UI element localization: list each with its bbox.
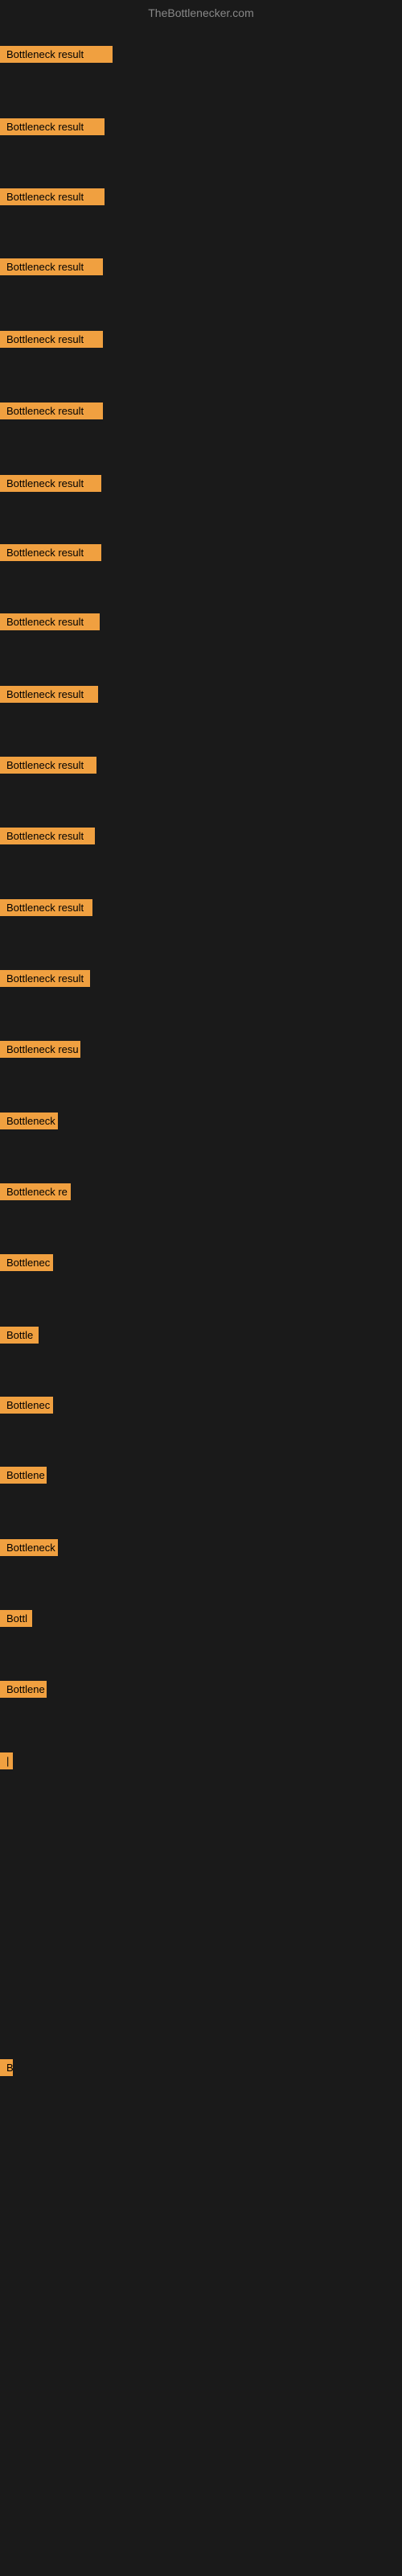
bottleneck-row: Bottleneck result — [0, 402, 103, 423]
bottleneck-result-label: Bottlenec — [0, 1397, 53, 1414]
bottleneck-row: Bottleneck result — [0, 118, 105, 139]
bottleneck-row: Bottleneck result — [0, 544, 101, 565]
bottleneck-result-label: Bottleneck — [0, 1539, 58, 1556]
bottleneck-result-label: Bottleneck result — [0, 613, 100, 630]
bottleneck-result-label: Bottleneck resu — [0, 1041, 80, 1058]
bottleneck-row: Bottleneck — [0, 1113, 58, 1133]
bottleneck-result-label: Bottleneck result — [0, 188, 105, 205]
bottleneck-row: Bottlenec — [0, 1254, 53, 1275]
bottleneck-row: Bottleneck result — [0, 970, 90, 991]
bottleneck-row: | — [0, 1752, 13, 1773]
bottleneck-result-label: Bottl — [0, 1610, 32, 1627]
bottleneck-result-label: Bottleneck result — [0, 402, 103, 419]
bottleneck-row: B — [0, 2059, 13, 2080]
bottleneck-row: Bottleneck result — [0, 686, 98, 707]
bottleneck-row: Bottleneck resu — [0, 1041, 80, 1062]
bottleneck-result-label: Bottleneck result — [0, 118, 105, 135]
bottleneck-row: Bottleneck result — [0, 828, 95, 848]
bottleneck-row: Bottleneck result — [0, 475, 101, 496]
bottleneck-result-label: Bottlenec — [0, 1254, 53, 1271]
bottleneck-row: Bottleneck re — [0, 1183, 71, 1204]
bottleneck-row: Bottl — [0, 1610, 32, 1631]
bottleneck-result-label: | — [0, 1752, 13, 1769]
bottleneck-row: Bottlene — [0, 1467, 47, 1488]
bottleneck-result-label: Bottleneck result — [0, 475, 101, 492]
bottleneck-row: Bottlenec — [0, 1397, 53, 1418]
bottleneck-row: Bottleneck result — [0, 899, 92, 920]
bottleneck-result-label: B — [0, 2059, 13, 2076]
bottleneck-row: Bottleneck result — [0, 258, 103, 279]
bottleneck-result-label: Bottleneck result — [0, 757, 96, 774]
bottleneck-result-label: Bottleneck result — [0, 46, 113, 63]
bottleneck-row: Bottleneck result — [0, 46, 113, 67]
bottleneck-result-label: Bottleneck re — [0, 1183, 71, 1200]
bottleneck-result-label: Bottleneck result — [0, 828, 95, 844]
bottleneck-row: Bottlene — [0, 1681, 47, 1702]
bottleneck-result-label: Bottle — [0, 1327, 39, 1344]
bottleneck-result-label: Bottleneck result — [0, 899, 92, 916]
bottleneck-row: Bottleneck result — [0, 613, 100, 634]
bottleneck-row: Bottleneck result — [0, 757, 96, 778]
site-header: TheBottlenecker.com — [0, 0, 402, 23]
bottleneck-row: Bottleneck result — [0, 188, 105, 209]
bottleneck-result-label: Bottleneck result — [0, 258, 103, 275]
bottleneck-row: Bottleneck — [0, 1539, 58, 1560]
bottleneck-row: Bottleneck result — [0, 331, 103, 352]
bottleneck-result-label: Bottleneck — [0, 1113, 58, 1129]
bottleneck-result-label: Bottlene — [0, 1681, 47, 1698]
bottleneck-result-label: Bottleneck result — [0, 970, 90, 987]
bottleneck-row: Bottle — [0, 1327, 39, 1348]
bottleneck-result-label: Bottleneck result — [0, 544, 101, 561]
bottleneck-result-label: Bottleneck result — [0, 686, 98, 703]
bottleneck-result-label: Bottleneck result — [0, 331, 103, 348]
site-title: TheBottlenecker.com — [148, 6, 254, 19]
bottleneck-result-label: Bottlene — [0, 1467, 47, 1484]
